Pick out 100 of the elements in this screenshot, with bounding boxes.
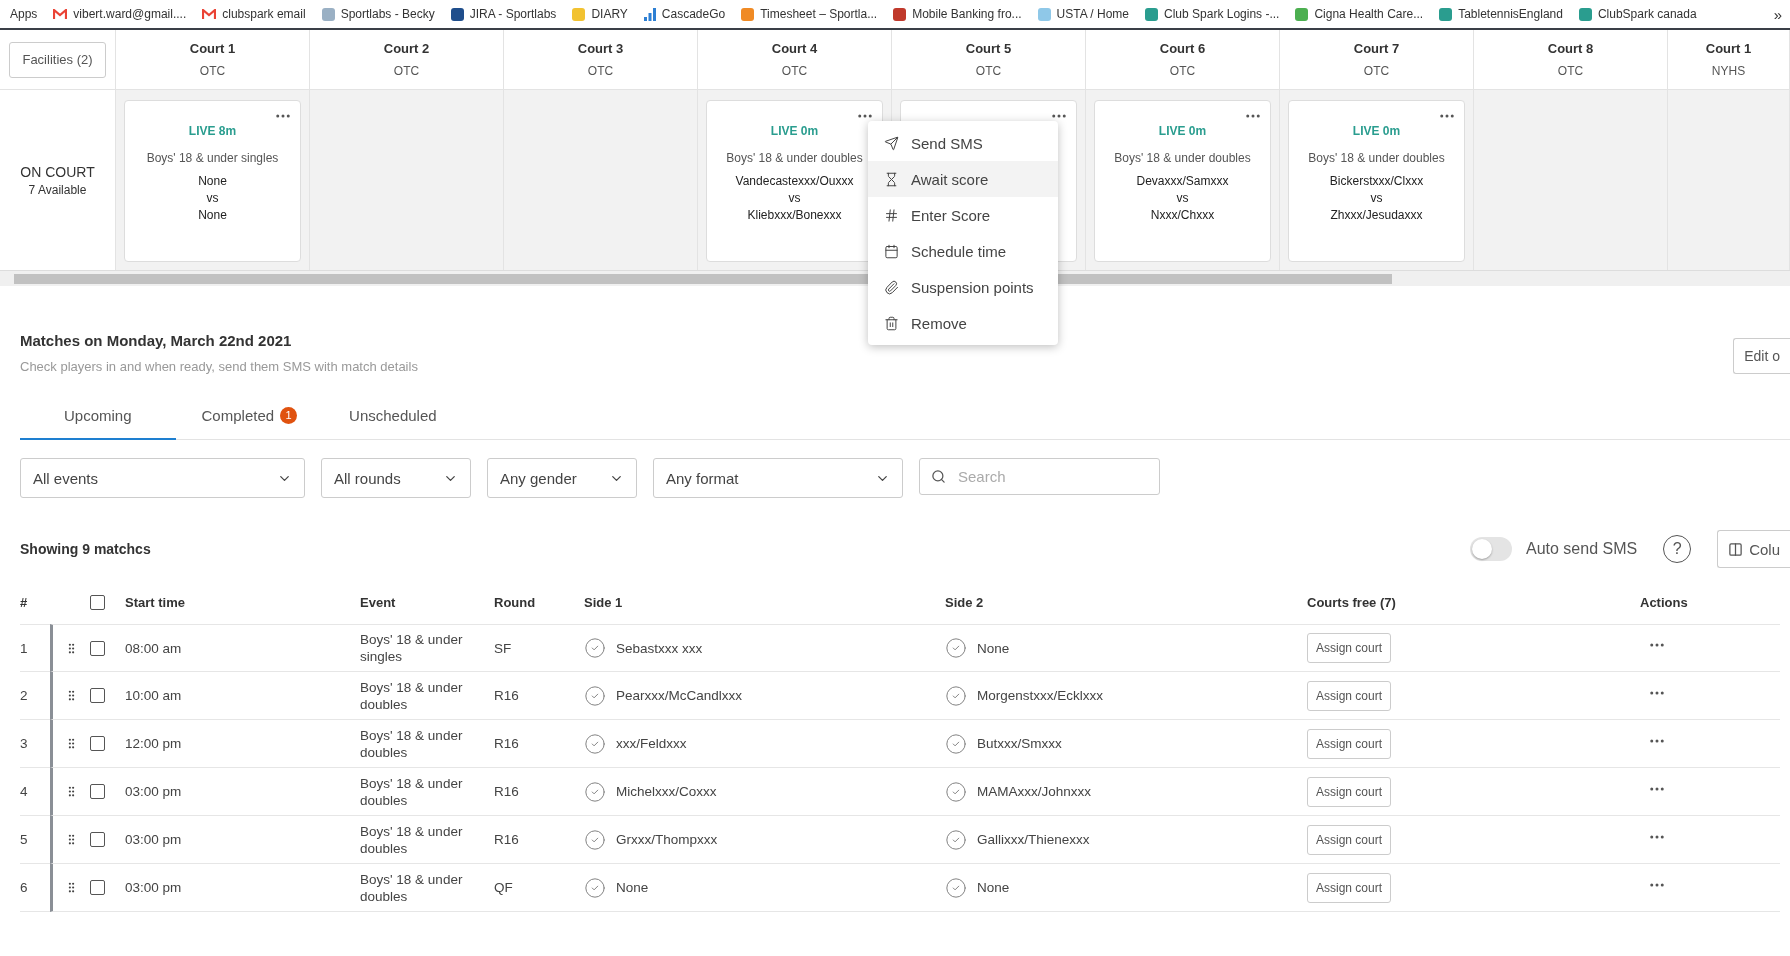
match-event: Boys' 18 & under doubles	[1308, 150, 1445, 167]
checkbox[interactable]	[90, 640, 105, 656]
check-circle-icon[interactable]	[584, 684, 606, 707]
bookmark[interactable]: ClubSpark canada	[1578, 7, 1697, 21]
calendar-icon	[884, 243, 899, 259]
filter-dropdown[interactable]: All events	[20, 458, 305, 498]
assign-court-button[interactable]: Assign court	[1307, 872, 1392, 903]
table-cell: 12:00 pm	[125, 720, 360, 768]
menu-item[interactable]: Await score	[868, 161, 1058, 197]
column-header: Courts free (7)	[1307, 593, 1397, 612]
assign-court-button[interactable]: Assign court	[1307, 728, 1392, 759]
player-name: None	[616, 880, 649, 895]
checkbox[interactable]	[90, 880, 105, 895]
help-button[interactable]: ?	[1663, 535, 1692, 563]
toggle-label: Auto send SMS	[1525, 540, 1638, 558]
menu-item[interactable]: Remove	[868, 305, 1058, 341]
bookmark[interactable]: vibert.ward@gmail....	[53, 7, 187, 21]
player-name: Pearxxx/McCandlxxx	[616, 688, 743, 703]
filter-dropdown[interactable]: Any format	[653, 458, 903, 498]
column-header: #	[20, 593, 29, 612]
filter-dropdown[interactable]: Any gender	[487, 458, 637, 498]
paperclip-icon	[884, 279, 899, 295]
live-status: LIVE 0m	[1352, 123, 1401, 140]
match-card[interactable]: LIVE 0m Boys' 18 & under doubles Vandecastexxx/Ouxxx vs Kliebxxx/Bonexxx	[706, 100, 883, 262]
menu-item[interactable]: Enter Score	[868, 197, 1058, 233]
available-count: 7 Available	[28, 182, 87, 197]
check-circle-icon[interactable]	[584, 828, 606, 851]
assign-court-button[interactable]: Assign court	[1307, 680, 1392, 711]
checkbox[interactable]	[90, 832, 105, 847]
columns-button[interactable]: Colu	[1717, 530, 1790, 568]
check-circle-icon[interactable]	[584, 876, 606, 899]
match-card[interactable]: LIVE 8m Boys' 18 & under singles None vs None	[124, 100, 301, 262]
assign-court-button[interactable]: Assign court	[1307, 633, 1392, 663]
checkbox[interactable]	[90, 736, 105, 751]
bookmark[interactable]: Mobile Banking fro...	[893, 7, 1022, 21]
bookmark[interactable]: Timesheet – Sportla...	[741, 7, 878, 21]
checkbox[interactable]	[90, 688, 105, 703]
send-icon	[884, 135, 899, 151]
side-one: Bickerstxxx/Clxxx	[1329, 173, 1424, 190]
table-cell-text: Boys' 18 & under doubles	[360, 678, 464, 713]
tab[interactable]: Upcoming	[20, 392, 176, 440]
check-circle-icon[interactable]	[945, 828, 967, 851]
check-circle-icon[interactable]	[945, 637, 967, 659]
bookmark[interactable]: Club Spark Logins -...	[1145, 7, 1280, 21]
table-cell: R16	[494, 720, 584, 768]
toggle-switch[interactable]	[1469, 537, 1512, 561]
bookmarks-overflow[interactable]: »	[1773, 5, 1782, 23]
table-cell: R16	[494, 672, 584, 720]
court-name: Court 2	[383, 41, 430, 56]
bookmark[interactable]: Sportlabs - Becky	[321, 7, 435, 21]
search-icon	[931, 469, 946, 484]
checkbox[interactable]	[90, 594, 105, 610]
court-venue: OTC	[781, 64, 808, 78]
match-event: Boys' 18 & under doubles	[1114, 150, 1251, 167]
check-circle-icon[interactable]	[945, 780, 967, 803]
check-circle-icon[interactable]	[584, 732, 606, 755]
tab[interactable]: Completed 1	[175, 392, 324, 440]
menu-item[interactable]: Schedule time	[868, 233, 1058, 269]
checkbox[interactable]	[90, 784, 105, 799]
table-cell: 2	[20, 672, 50, 720]
table-cell: 03:00 pm	[125, 768, 360, 816]
court-name: Court 5	[965, 41, 1012, 56]
search-field[interactable]: Search	[919, 458, 1160, 495]
table-cell: R16	[494, 768, 584, 816]
match-card[interactable]: LIVE 0m Boys' 18 & under doubles Devaxxx/Samxxx vs Nxxx/Chxxx	[1094, 100, 1271, 262]
court-name: Court 3	[577, 41, 624, 56]
court-venue: OTC	[1557, 64, 1584, 78]
bookmark[interactable]: USTA / Home	[1037, 7, 1130, 21]
bookmark[interactable]: Cigna Health Care...	[1295, 7, 1424, 21]
check-circle-icon[interactable]	[945, 684, 967, 707]
live-status: LIVE 8m	[188, 123, 237, 140]
table-cell: 03:00 pm	[125, 864, 360, 912]
facilities-button[interactable]: Facilities (2)	[9, 41, 106, 78]
tab[interactable]: Unscheduled	[323, 392, 463, 440]
table-cell: 3	[20, 720, 50, 768]
bookmark[interactable]: clubspark email	[202, 7, 306, 21]
check-circle-icon[interactable]	[945, 876, 967, 899]
match-card[interactable]: LIVE 0m Boys' 18 & under doubles Bickerstxxx/Clxxx vs Zhxxx/Jesudaxxx	[1288, 100, 1465, 262]
player-name: MAMAxxx/Johnxxx	[977, 784, 1092, 799]
assign-court-button[interactable]: Assign court	[1307, 824, 1392, 855]
table-cell: 4	[20, 768, 50, 816]
check-circle-icon[interactable]	[584, 780, 606, 803]
versus-label: vs	[1370, 190, 1383, 207]
assign-court-button[interactable]: Assign court	[1307, 776, 1392, 807]
bookmark[interactable]: JIRA - Sportlabs	[450, 7, 557, 21]
check-circle-icon[interactable]	[945, 732, 967, 755]
hash-icon	[884, 207, 899, 223]
check-circle-icon[interactable]	[584, 637, 606, 659]
menu-item[interactable]: Suspension points	[868, 269, 1058, 305]
bookmark[interactable]: DIARY	[572, 7, 628, 21]
filter-dropdown[interactable]: All rounds	[321, 458, 471, 498]
edit-button[interactable]: Edit o	[1733, 338, 1790, 374]
bookmark[interactable]: Apps	[10, 7, 38, 21]
player-name: Butxxx/Smxxx	[977, 736, 1062, 751]
menu-item[interactable]: Send SMS	[868, 125, 1058, 161]
bookmark[interactable]: CascadeGo	[643, 7, 726, 21]
bookmark[interactable]: TabletennisEngland	[1439, 7, 1563, 21]
table-cell-text: Boys' 18 & under doubles	[360, 774, 464, 809]
side-two: Kliebxxx/Bonexxx	[747, 207, 842, 224]
trash-icon	[884, 315, 899, 331]
